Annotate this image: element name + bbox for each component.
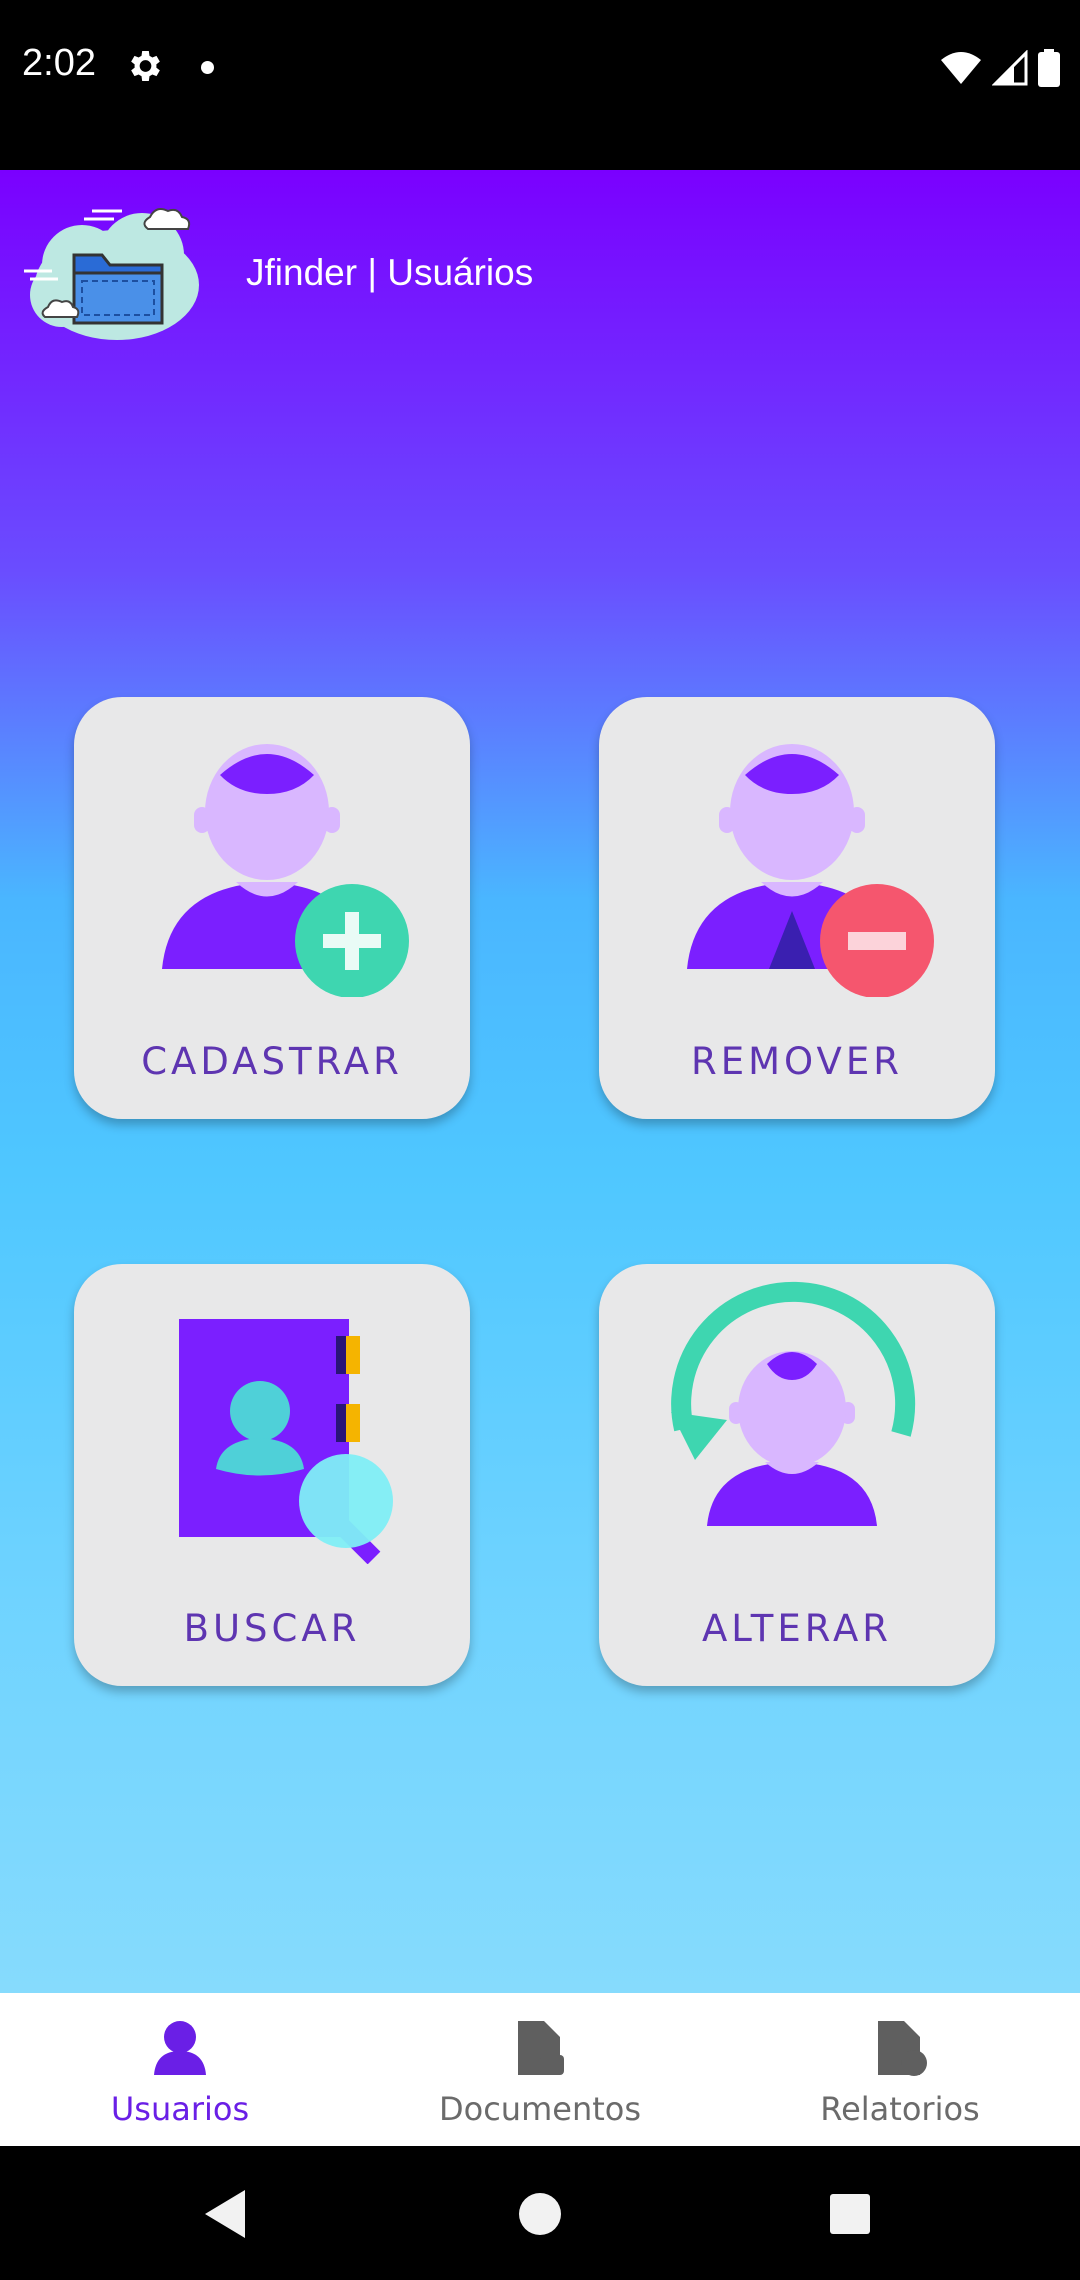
app-content: Jfinder | Usuários CADASTRAR REMOVER BUS… — [0, 170, 1080, 1993]
buscar-card-button[interactable]: BUSCAR — [74, 1264, 470, 1686]
home-circle-icon — [519, 2193, 561, 2235]
status-bar: 2:02 — [0, 0, 1080, 170]
battery-icon — [1038, 49, 1060, 87]
nav-item-relatorios[interactable]: Relatorios — [720, 1993, 1080, 2146]
buscar-label: BUSCAR — [183, 1607, 361, 1650]
system-navigation-bar — [0, 2146, 1080, 2280]
recents-square-icon — [830, 2194, 870, 2234]
remover-label: REMOVER — [691, 1040, 903, 1083]
nav-item-documentos[interactable]: Documentos — [360, 1993, 720, 2146]
recents-button[interactable] — [790, 2146, 910, 2280]
person-icon — [154, 2021, 206, 2075]
home-button[interactable] — [480, 2146, 600, 2280]
back-triangle-icon — [205, 2190, 245, 2238]
nav-label-relatorios: Relatorios — [820, 2090, 980, 2128]
back-button[interactable] — [165, 2146, 285, 2280]
alterar-label: ALTERAR — [701, 1607, 893, 1650]
nav-label-documentos: Documentos — [438, 2090, 642, 2128]
report-icon — [878, 2021, 927, 2076]
page-title: Jfinder | Usuários — [246, 252, 534, 293]
cadastrar-label: CADASTRAR — [141, 1040, 403, 1083]
remover-card-button[interactable]: REMOVER — [599, 697, 995, 1119]
add-user-icon — [162, 744, 409, 997]
update-user-icon — [671, 1281, 916, 1526]
status-indicators — [940, 48, 1060, 88]
status-time: 2:02 — [22, 42, 96, 84]
alterar-card-button[interactable]: ALTERAR — [599, 1264, 995, 1686]
settings-gear-icon — [131, 51, 160, 81]
nav-label-usuarios: Usuarios — [110, 2090, 250, 2128]
cloud-folder-icon — [24, 208, 199, 340]
search-contact-book-icon — [179, 1319, 393, 1564]
notification-dot-icon — [201, 61, 214, 74]
cell-signal-icon — [992, 50, 1028, 86]
bottom-navigation: Usuarios Documentos Relatorios — [0, 1993, 1080, 2146]
nav-item-usuarios[interactable]: Usuarios — [0, 1993, 360, 2146]
phone-screen: 2:02 Jfinder | Usuários CADASTRAR REMOVE… — [0, 0, 1080, 2280]
remove-user-icon — [687, 744, 934, 997]
wifi-icon — [941, 52, 981, 84]
document-icon — [518, 2021, 564, 2075]
cadastrar-card-button[interactable]: CADASTRAR — [74, 697, 470, 1119]
